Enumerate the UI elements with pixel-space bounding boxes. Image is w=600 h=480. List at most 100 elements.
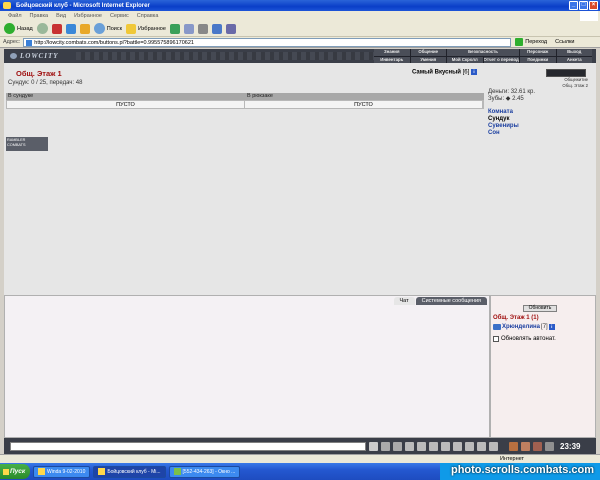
refresh-users-button[interactable]: Обновить: [523, 305, 557, 312]
auto-refresh-label: Обновлять автонат.: [501, 336, 556, 342]
send-icon[interactable]: [369, 441, 378, 451]
minimap: Общежитие Общ. Этаж 2: [546, 69, 588, 89]
wallet-info: Деньги: 32.61 кр. Зубы: ◆ 2.45: [488, 89, 535, 102]
char-icon[interactable]: [521, 441, 530, 451]
location-title: Общ. Этаж 1: [16, 69, 62, 78]
tooth-icon: ◆: [505, 96, 511, 102]
start-button[interactable]: Пуск: [0, 464, 30, 479]
map-item-floor2[interactable]: Общ. Этаж 2: [546, 83, 588, 89]
discuss-button[interactable]: [225, 23, 236, 34]
user-list-panel: Обновить Общ. Этаж 1 (1) Хрюнделина [7] …: [490, 295, 596, 438]
hand-icon[interactable]: [441, 441, 450, 451]
task-folder-label: Winda 9-02-2010: [47, 468, 86, 475]
system-tray: photo.scrolls.combats.com: [440, 463, 600, 480]
filter-icon[interactable]: [405, 441, 414, 451]
chat-input[interactable]: [10, 441, 366, 451]
task-browser[interactable]: Бойцовский клуб - Mi...: [93, 465, 166, 478]
nav-knowledge[interactable]: Знания: [374, 49, 410, 56]
minimize-button[interactable]: _: [569, 1, 578, 10]
task-browser-label: Бойцовский клуб - Mi...: [107, 468, 161, 475]
log-icon[interactable]: [489, 441, 498, 451]
address-label: Адрес:: [3, 39, 21, 45]
link-souvenirs[interactable]: Сувениры: [488, 123, 519, 130]
player-nick[interactable]: Самый Вкусный: [412, 70, 461, 76]
task-folder[interactable]: Winda 9-02-2010: [33, 465, 91, 478]
nav-profile[interactable]: Анкета: [556, 56, 592, 63]
settings-icon[interactable]: [453, 441, 462, 451]
home-button[interactable]: [79, 23, 90, 34]
ie-task-icon: [98, 468, 106, 475]
link-sleep[interactable]: Сон: [488, 130, 519, 137]
favorites-button[interactable]: Избранное: [126, 23, 166, 34]
maximize-button[interactable]: □: [579, 1, 588, 10]
menu-file[interactable]: Файл: [8, 13, 22, 19]
fight-icon[interactable]: [417, 441, 426, 451]
print-button[interactable]: [197, 23, 208, 34]
nav-my-scroll[interactable]: Мой Скролл: [447, 56, 483, 63]
chest-header: В сундуке: [8, 93, 34, 99]
bag-icon[interactable]: [509, 441, 518, 451]
auto-refresh[interactable]: Обновлять автонат.: [493, 336, 556, 342]
user-name[interactable]: Хрюнделина: [502, 324, 540, 330]
go-button[interactable]: Переход: [511, 38, 551, 46]
refresh-button[interactable]: [65, 23, 76, 34]
user-level: [7]: [541, 324, 548, 330]
history-button[interactable]: [169, 23, 180, 34]
menu-tools[interactable]: Сервис: [110, 13, 129, 19]
nav-security[interactable]: Безопасность: [447, 49, 519, 56]
close-button[interactable]: ×: [589, 1, 598, 10]
info-icon[interactable]: i: [470, 69, 477, 75]
backpack-cell: ПУСТО: [245, 101, 483, 108]
nav-character[interactable]: Персонаж: [520, 49, 556, 56]
tab-system-messages[interactable]: Системные сообщения: [415, 297, 487, 305]
timer-icon[interactable]: [465, 441, 474, 451]
nav-battles[interactable]: Поединки: [520, 56, 556, 63]
status-bar: Интернет: [0, 454, 600, 463]
user-status-icon: [493, 324, 501, 330]
chat-area[interactable]: Чат Системные сообщения: [4, 295, 490, 438]
link-chest[interactable]: Сундук: [488, 116, 519, 123]
task-chat[interactable]: [552-434-263] - Окно ...: [168, 465, 241, 478]
windows-logo: [580, 11, 598, 21]
chest-cell: ПУСТО: [7, 101, 245, 108]
back-button[interactable]: Назад: [4, 23, 33, 34]
edit-button[interactable]: [211, 23, 222, 34]
web-counter[interactable]: RAMBLER COMBATS: [6, 137, 48, 151]
search-icon: [93, 23, 105, 34]
menu-bar: Файл Правка Вид Избранное Сервис Справка: [0, 11, 600, 21]
tab-chat[interactable]: Чат: [393, 297, 415, 305]
link-room[interactable]: Комната: [488, 109, 519, 116]
clear-icon[interactable]: [393, 441, 402, 451]
nav-transfers-report[interactable]: Отчет о переводах: [483, 56, 519, 63]
forward-button[interactable]: [36, 23, 48, 34]
links-button[interactable]: Ссылки: [555, 39, 574, 45]
nav-inventory[interactable]: Инвентарь: [374, 56, 410, 63]
task-chat-label: [552-434-263] - Окно ...: [182, 468, 236, 475]
smile-icon[interactable]: [381, 441, 390, 451]
shop-icon[interactable]: [533, 441, 542, 451]
teeth-value: 2.45: [512, 96, 524, 102]
nav-skills[interactable]: Умения: [410, 56, 446, 63]
user-entry[interactable]: Хрюнделина [7] i: [493, 324, 555, 330]
auto-refresh-checkbox[interactable]: [493, 336, 499, 342]
quest-icon[interactable]: [545, 441, 554, 451]
nav-communication[interactable]: Общение: [410, 49, 446, 56]
menu-favorites[interactable]: Избранное: [74, 13, 102, 19]
menu-edit[interactable]: Правка: [30, 13, 49, 19]
mail-button[interactable]: [183, 23, 194, 34]
url-input[interactable]: http://lowcity.combats.com/buttons.pl?ba…: [23, 37, 512, 47]
banner-decoration: [76, 52, 376, 60]
menu-view[interactable]: Вид: [56, 13, 66, 19]
stop-button[interactable]: [51, 23, 62, 34]
user-info-icon[interactable]: i: [548, 324, 555, 330]
map-button[interactable]: [546, 69, 586, 77]
nav-exit[interactable]: Выход: [556, 49, 592, 56]
search-button[interactable]: Поиск: [93, 23, 122, 34]
person-icon[interactable]: [429, 441, 438, 451]
menu-help[interactable]: Справка: [137, 13, 159, 19]
chest-info: Сундук: 0 / 25, передач: 48: [8, 80, 83, 86]
player-name: Самый Вкусный [6] i: [412, 69, 477, 76]
toolbar: Назад Поиск Избранное: [0, 21, 600, 37]
taskbar: Пуск Winda 9-02-2010 Бойцовский клуб - M…: [0, 463, 600, 480]
book-icon[interactable]: [477, 441, 486, 451]
